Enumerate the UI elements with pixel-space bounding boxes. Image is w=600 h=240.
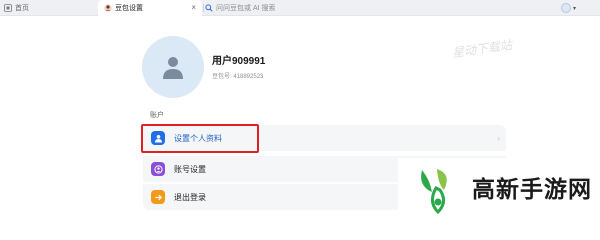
home-icon — [4, 4, 12, 12]
tab-settings-label: 豆包设置 — [115, 5, 143, 12]
account-icon — [151, 162, 165, 176]
tab-home-label: 首页 — [15, 5, 29, 12]
account-menu[interactable]: ▾ — [560, 3, 576, 13]
search-placeholder: 问问豆包或 AI 搜索 — [216, 5, 276, 12]
tab-bar: 首页 豆包设置 × 问问豆包或 AI 搜索 ▾ — [0, 0, 600, 16]
tab-home[interactable]: 首页 — [4, 0, 98, 16]
person-icon — [163, 57, 183, 79]
section-label-account: 账户 — [150, 112, 164, 119]
chevron-down-icon: ▾ — [572, 5, 576, 12]
close-icon[interactable]: × — [191, 3, 196, 12]
leaf-logo-icon — [421, 168, 447, 214]
tab-settings[interactable]: 豆包设置 × — [98, 0, 202, 16]
watermark-logo: 高新手游网 — [398, 158, 600, 215]
tab-divider — [203, 4, 204, 12]
highlight-box — [141, 124, 259, 153]
logout-arrow-icon — [151, 190, 165, 204]
search-icon — [205, 4, 213, 12]
user-avatar-icon — [560, 3, 571, 13]
watermark-text: 星动下载站 — [451, 37, 513, 61]
logout-label: 退出登录 — [174, 192, 206, 202]
account-settings-label: 账号设置 — [174, 164, 206, 174]
username: 用户909991 — [212, 56, 266, 67]
search-tab[interactable]: 问问豆包或 AI 搜索 — [205, 0, 385, 16]
chevron-right-icon: › — [497, 133, 500, 143]
user-id: 豆包号: 418892523 — [212, 74, 264, 80]
doubao-avatar-icon — [104, 4, 112, 12]
watermark-site-name: 高新手游网 — [472, 176, 592, 203]
profile-avatar[interactable] — [142, 36, 204, 98]
